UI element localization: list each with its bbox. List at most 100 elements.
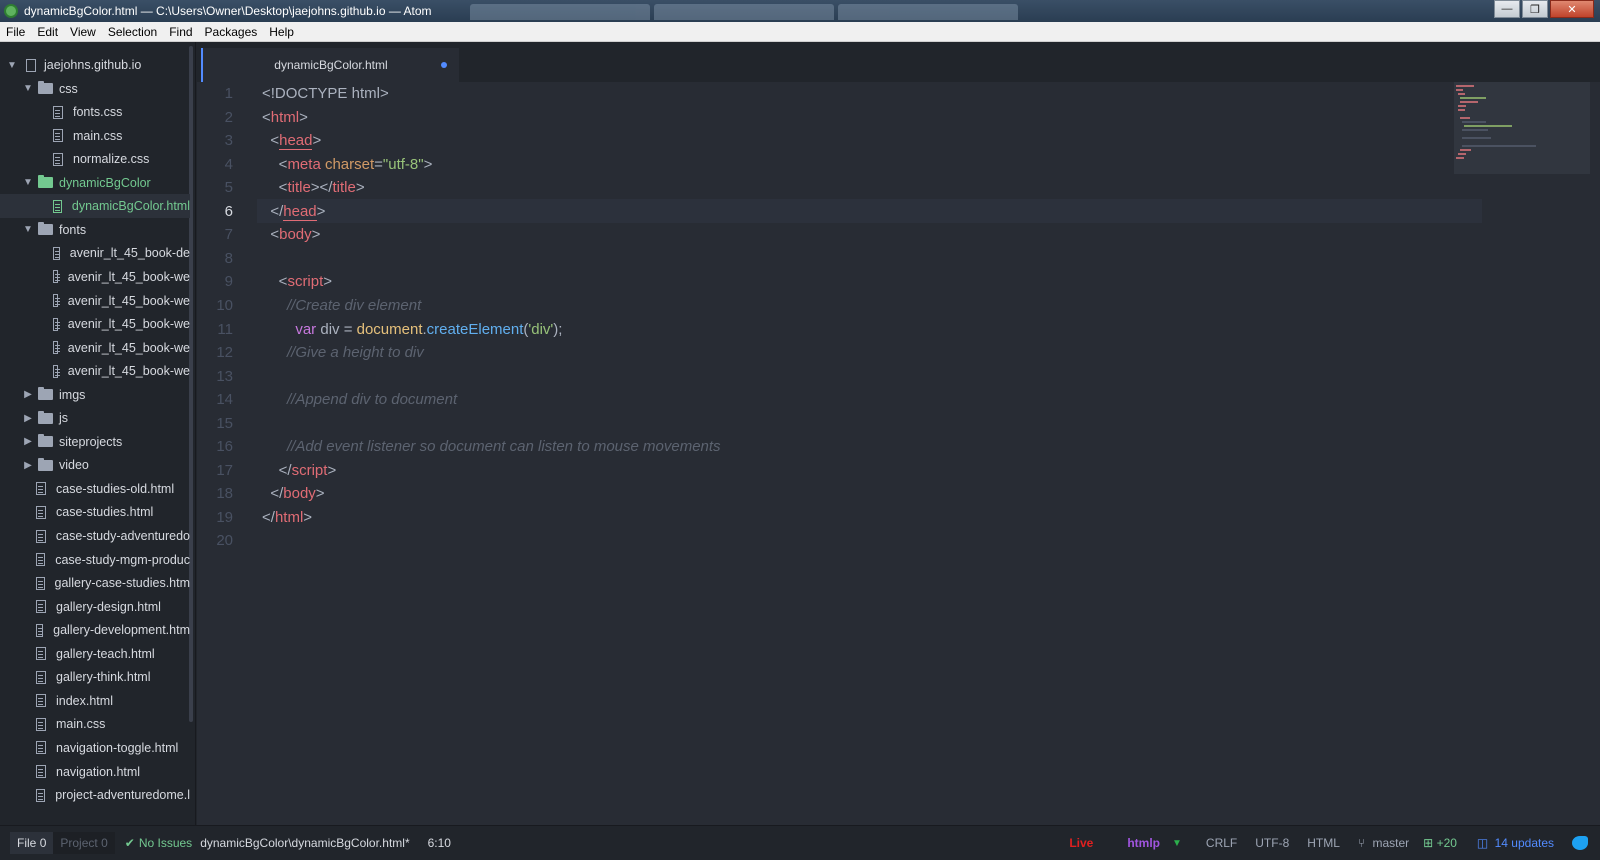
minimize-button[interactable]: — xyxy=(1494,0,1520,18)
menu-file[interactable]: File xyxy=(0,25,31,39)
tree-file[interactable]: fonts.css xyxy=(0,100,190,124)
htmlp-status[interactable]: htmlp xyxy=(1127,836,1160,850)
line-number: 13 xyxy=(216,367,233,385)
tree-folder[interactable]: ▶ imgs xyxy=(0,383,190,407)
tree-file[interactable]: avenir_lt_45_book-we xyxy=(0,265,190,289)
tree-file[interactable]: case-study-adventuredo xyxy=(0,524,190,548)
live-server-status[interactable]: Live xyxy=(1069,836,1093,850)
linter-project-label: Project xyxy=(60,836,98,850)
menu-bar: File Edit View Selection Find Packages H… xyxy=(0,22,1600,42)
linter-project-tab[interactable]: Project 0 xyxy=(53,832,115,854)
tree-file[interactable]: main.css xyxy=(0,124,190,148)
minimap[interactable] xyxy=(1454,82,1590,174)
code-token: < xyxy=(262,132,280,150)
folder-icon xyxy=(38,175,53,189)
tree-file[interactable]: navigation.html xyxy=(0,760,190,784)
menu-help[interactable]: Help xyxy=(263,25,300,39)
chevron-down-icon: ▼ xyxy=(7,59,17,71)
code-token: </ xyxy=(262,461,292,479)
tree-file[interactable]: gallery-case-studies.htm xyxy=(0,571,190,595)
modified-indicator-icon[interactable] xyxy=(441,62,447,68)
background-tab xyxy=(654,4,834,20)
tree-folder[interactable]: ▶ siteprojects xyxy=(0,430,190,454)
tree-file[interactable]: avenir_lt_45_book-we xyxy=(0,312,190,336)
tree-folder[interactable]: ▼ css xyxy=(0,77,190,101)
tree-folder[interactable]: ▶ video xyxy=(0,453,190,477)
chevron-right-icon[interactable]: ▶ xyxy=(22,460,34,471)
tree-file[interactable]: case-studies.html xyxy=(0,500,190,524)
tree-file[interactable]: dynamicBgColor.html xyxy=(0,194,190,219)
menu-packages[interactable]: Packages xyxy=(199,25,264,39)
close-button[interactable]: ✕ xyxy=(1550,0,1594,18)
branch-icon: ⑂ xyxy=(1357,836,1366,850)
chevron-down-icon[interactable]: ▼ xyxy=(22,177,34,188)
file-encoding[interactable]: UTF-8 xyxy=(1255,836,1289,850)
tree-file[interactable]: navigation-toggle.html xyxy=(0,736,190,760)
menu-edit[interactable]: Edit xyxy=(31,25,64,39)
grammar-selector[interactable]: HTML xyxy=(1307,836,1340,850)
tree-file[interactable]: main.css xyxy=(0,712,190,736)
menu-find[interactable]: Find xyxy=(163,25,198,39)
tree-file[interactable]: gallery-teach.html xyxy=(0,642,190,666)
line-ending[interactable]: CRLF xyxy=(1206,836,1237,850)
code-token: < xyxy=(262,226,280,244)
menu-selection[interactable]: Selection xyxy=(102,25,163,39)
chevron-right-icon[interactable]: ▶ xyxy=(22,436,34,447)
code-token: ></ xyxy=(310,179,333,197)
tree-file[interactable]: gallery-design.html xyxy=(0,595,190,619)
tree-folder[interactable]: ▶ js xyxy=(0,406,190,430)
linter-file-tab[interactable]: File 0 xyxy=(10,832,54,854)
tree-file[interactable]: project-adventuredome.l xyxy=(0,783,190,807)
tree-file[interactable]: normalize.css xyxy=(0,147,190,171)
tree-item-label: fonts xyxy=(59,222,87,237)
triangle-down-icon[interactable]: ▼ xyxy=(1172,838,1182,849)
chevron-down-icon[interactable]: ▼ xyxy=(22,224,34,235)
line-number: 4 xyxy=(224,155,233,173)
code-token: script xyxy=(287,273,324,291)
window-title: dynamicBgColor.html — C:\Users\Owner\Des… xyxy=(24,4,432,18)
tree-file[interactable]: avenir_lt_45_book-we xyxy=(0,359,190,383)
package-updates[interactable]: ◫ 14 updates xyxy=(1477,836,1554,850)
cursor-line-highlight xyxy=(257,199,1482,223)
minimap-line xyxy=(1456,89,1464,91)
tree-root[interactable]: ▼ jaejohns.github.io xyxy=(0,53,190,77)
text-editor[interactable]: 1 2 3 4 5 6 7 8 9 10 11 12 13 14 15 16 17 18 19 20 <!DOCTYP… xyxy=(197,82,1600,825)
tree-folder[interactable]: ▼ fonts xyxy=(0,218,190,242)
tree-file[interactable]: avenir_lt_45_book-we xyxy=(0,336,190,360)
linter-status[interactable]: ✔ No Issues xyxy=(125,836,192,850)
diff-added-icon: ⊞ xyxy=(1423,836,1434,850)
code-token: body xyxy=(283,485,316,503)
tree-file[interactable]: case-studies-old.html xyxy=(0,477,190,501)
tree-file[interactable]: gallery-think.html xyxy=(0,665,190,689)
git-changes[interactable]: ⊞ +20 xyxy=(1423,836,1457,850)
file-icon xyxy=(36,741,46,755)
tree-file[interactable]: avenir_lt_45_book-we xyxy=(0,289,190,313)
tab-dynamicbgcolor-html[interactable]: dynamicBgColor.html xyxy=(201,48,459,82)
git-branch[interactable]: ⑂ master xyxy=(1358,836,1409,850)
tree-file[interactable]: index.html xyxy=(0,689,190,713)
file-icon xyxy=(53,294,60,307)
maximize-button[interactable]: ❐ xyxy=(1522,0,1548,18)
cursor-position[interactable]: 6:10 xyxy=(428,836,451,850)
code-token: </ xyxy=(262,485,284,503)
chevron-down-icon[interactable]: ▼ xyxy=(22,83,34,94)
code-token: title xyxy=(332,179,356,197)
code-token: //Append div to document xyxy=(262,391,458,409)
tree-file[interactable]: gallery-development.htm xyxy=(0,618,190,642)
file-path[interactable]: dynamicBgColor\dynamicBgColor.html* xyxy=(200,836,409,850)
tree-file[interactable]: avenir_lt_45_book-de xyxy=(0,241,190,265)
tree-file[interactable]: case-study-mgm-produc xyxy=(0,548,190,572)
folder-icon xyxy=(38,81,53,95)
minimap-line xyxy=(1462,137,1491,139)
tree-item-label: main.css xyxy=(73,128,123,143)
linter-file-count: 0 xyxy=(39,836,47,850)
twitter-icon[interactable] xyxy=(1572,836,1588,850)
chevron-right-icon[interactable]: ▶ xyxy=(22,413,34,424)
code-token: = xyxy=(374,155,383,173)
tree-item-label: normalize.css xyxy=(73,152,150,167)
chevron-right-icon[interactable]: ▶ xyxy=(22,389,34,400)
tree-item-label: dynamicBgColor.html xyxy=(71,199,190,214)
code-token: </ xyxy=(262,202,284,220)
tree-folder[interactable]: ▼ dynamicBgColor xyxy=(0,171,190,195)
menu-view[interactable]: View xyxy=(64,25,102,39)
